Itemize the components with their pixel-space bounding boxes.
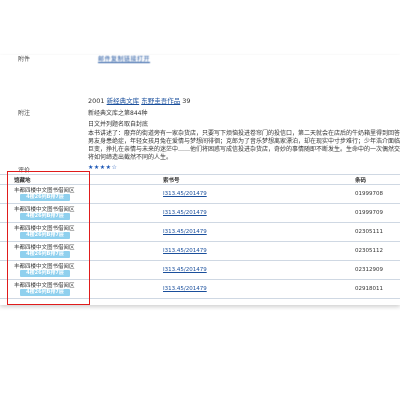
callno-link[interactable]: I313.45/201479 [163, 267, 207, 273]
note-line-2: 日文并列题名取自封底 [88, 121, 149, 128]
field-label-prev: 附件 [18, 56, 31, 63]
publication-line: 2001 新经典文库 东野圭吾作品 39 [88, 95, 191, 105]
catalog-record-card: 附件 邮件复制链接打开 2001 新经典文库 东野圭吾作品 39 附注 新经典文… [0, 55, 400, 305]
barcode-text: 02305112 [355, 248, 383, 254]
summary-text: 本书讲述了：廢弃的街道旁有一家杂货店，只要写下烦恼投进卷帘门的投信口，第二天就会… [88, 130, 400, 161]
barcode-text: 01999709 [355, 210, 383, 216]
series-volume: 39 [182, 97, 191, 105]
field-label-note: 附注 [18, 110, 31, 117]
barcode-text: 02312909 [355, 267, 383, 273]
blurred-link[interactable]: 邮件复制链接打开 [98, 56, 150, 63]
barcode-text: 02305111 [355, 229, 383, 235]
header-barcode: 条码 [355, 178, 367, 184]
barcode-text: 02918011 [355, 286, 383, 292]
rating-stars: ★★★★☆ [88, 164, 118, 171]
highlight-box [7, 171, 90, 305]
series-link-2[interactable]: 东野圭吾作品 [141, 97, 180, 105]
callno-link[interactable]: I313.45/201479 [163, 191, 207, 197]
pub-year: 2001 [88, 97, 105, 105]
catalog-record-page: 附件 邮件复制链接打开 2001 新经典文库 东野圭吾作品 39 附注 新经典文… [0, 55, 400, 305]
header-callno: 索书号 [163, 178, 180, 184]
prev-field-value[interactable]: 邮件复制链接打开 [98, 55, 150, 63]
callno-link[interactable]: I313.45/201479 [163, 210, 207, 216]
callno-link[interactable]: I313.45/201479 [163, 286, 207, 292]
series-link-1[interactable]: 新经典文库 [107, 97, 140, 105]
callno-link[interactable]: I313.45/201479 [163, 248, 207, 254]
callno-link[interactable]: I313.45/201479 [163, 229, 207, 235]
barcode-text: 01999708 [355, 191, 383, 197]
note-line-1: 新经典文库之第844种 [88, 110, 148, 117]
